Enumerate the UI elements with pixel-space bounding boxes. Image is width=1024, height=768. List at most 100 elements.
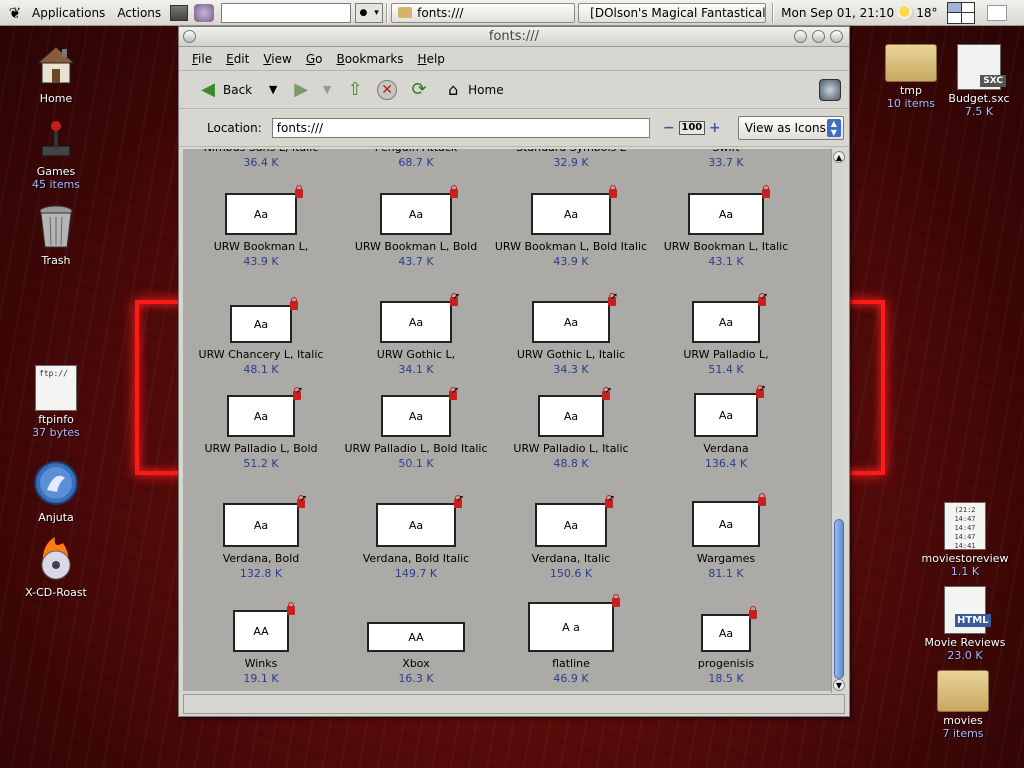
icon-view[interactable]: Nimbus Sans L, Italic36.4 KPenguin Attac… <box>183 149 833 691</box>
scroll-down-icon[interactable]: ▼ <box>833 679 845 691</box>
font-item[interactable]: Aa URW Chancery L, Italic 48.1 K <box>183 297 339 377</box>
menu-help[interactable]: Help <box>411 52 452 66</box>
font-item[interactable]: Penguin Attack68.7 K <box>338 149 494 170</box>
font-item[interactable]: Aa ➚ URW Palladio L, Italic 48.8 K <box>493 387 649 471</box>
font-name: Verdana, Italic <box>531 552 611 565</box>
desktop-icon-ftpinfo[interactable]: ftp:// ftpinfo 37 bytes <box>11 365 101 439</box>
stop-icon[interactable]: ✕ <box>376 79 398 101</box>
font-size: 43.7 K <box>398 255 434 268</box>
font-item[interactable]: Aa URW Bookman L, Italic 43.1 K <box>648 185 804 269</box>
zoom-control: − 100 + <box>662 120 722 136</box>
folder-icon <box>937 670 989 712</box>
font-preview: AA <box>233 602 295 652</box>
html-badge: HTML <box>955 614 991 627</box>
font-size: 43.1 K <box>708 255 744 268</box>
desktop-icon-xcdroast[interactable]: X-CD-Roast <box>11 535 101 599</box>
font-item[interactable]: Aa progenisis 18.5 K <box>648 606 804 686</box>
lock-emblem-icon <box>749 606 757 619</box>
font-item[interactable]: Aa ➚ URW Gothic L, 34.1 K <box>338 293 494 377</box>
font-item[interactable]: Aa ➚ URW Palladio L, Bold Italic 50.1 K <box>338 387 494 471</box>
font-item[interactable]: Nimbus Sans L, Italic36.4 K <box>183 149 339 170</box>
gnome-foot-icon[interactable]: ❦ <box>4 2 26 24</box>
font-item[interactable]: Aa URW Bookman L, Bold Italic 43.9 K <box>493 185 649 269</box>
flower-launcher-icon[interactable] <box>194 3 215 22</box>
font-sample: Aa <box>563 518 579 532</box>
tray-icon[interactable] <box>987 4 1008 21</box>
menu-go[interactable]: Go <box>299 52 330 66</box>
view-as-select[interactable]: View as Icons ▲ ▼ <box>737 115 844 140</box>
forward-history-dropdown-icon[interactable]: ▼ <box>316 79 338 101</box>
task-browser[interactable]: [DOlson's Magical Fantastical <box>578 2 767 23</box>
font-item[interactable]: A a flatline 46.9 K <box>493 594 649 686</box>
weather-applet[interactable]: 18° <box>898 5 937 20</box>
font-item[interactable]: Aa ➚ Verdana, Italic 150.6 K <box>493 495 649 581</box>
home-icon <box>36 46 76 84</box>
workspace-pager[interactable] <box>947 1 976 24</box>
zoom-out-icon[interactable]: − <box>662 120 676 136</box>
desktop-icon-movies[interactable]: movies 7 items <box>918 670 1008 740</box>
font-item[interactable]: Aa ➚ Verdana, Bold 132.8 K <box>183 495 339 581</box>
font-name: Wargames <box>696 552 756 565</box>
font-item[interactable]: AA Winks 19.1 K <box>183 602 339 686</box>
font-item[interactable]: Aa ➚ URW Palladio L, 51.4 K <box>648 293 804 377</box>
font-item[interactable]: Aa URW Bookman L, 43.9 K <box>183 185 339 269</box>
vertical-scrollbar[interactable]: ▲ ▼ <box>831 149 845 693</box>
toolbar: ◀ Back ▼ ▶ ▼ ⇧ ✕ ⟳ ⌂ Home <box>179 71 849 109</box>
scroll-up-icon[interactable]: ▲ <box>833 151 845 163</box>
font-item[interactable]: Aa ➚ Verdana 136.4 K <box>648 385 804 471</box>
command-line-input[interactable] <box>221 2 352 23</box>
font-size: 18.5 K <box>708 672 744 685</box>
reload-icon[interactable]: ⟳ <box>408 79 430 101</box>
desktop-icon-trash[interactable]: Trash <box>11 205 101 267</box>
zoom-level[interactable]: 100 <box>678 120 705 135</box>
desktop-icon-budget[interactable]: SXC Budget.sxc 7.5 K <box>934 44 1024 118</box>
font-item[interactable]: Aa ➚ URW Gothic L, Italic 34.3 K <box>493 293 649 377</box>
command-history-button[interactable]: ● ▾ <box>355 2 384 23</box>
applications-menu[interactable]: Applications <box>26 6 111 20</box>
menu-edit[interactable]: Edit <box>219 52 256 66</box>
font-item[interactable]: Aa ➚ URW Palladio L, Bold 51.2 K <box>183 387 339 471</box>
desktop-icon-home[interactable]: Home <box>11 45 101 105</box>
desktop-icon-anjuta[interactable]: Anjuta <box>11 460 101 524</box>
font-item[interactable]: Aa Wargames 81.1 K <box>648 493 804 581</box>
font-item[interactable]: Aa ➚ Verdana, Bold Italic 149.7 K <box>338 495 494 581</box>
actions-menu[interactable]: Actions <box>111 6 167 20</box>
joystick-icon <box>41 121 71 157</box>
menu-view[interactable]: View <box>256 52 298 66</box>
scrollbar-thumb[interactable] <box>834 519 844 679</box>
font-size: 46.9 K <box>553 672 589 685</box>
font-size: 81.1 K <box>708 567 744 580</box>
forward-arrow-icon[interactable]: ▶ <box>290 79 312 101</box>
maximize-button[interactable] <box>812 30 825 43</box>
close-button[interactable] <box>830 30 843 43</box>
back-button[interactable]: ◀ Back <box>197 79 252 101</box>
window-titlebar[interactable]: fonts:/// <box>179 27 849 47</box>
desktop-icon-moviestoreview[interactable]: (21:2 14:47 14:47 14:47 14:41 moviestore… <box>920 502 1010 578</box>
home-button[interactable]: ⌂ Home <box>442 79 504 101</box>
zoom-in-icon[interactable]: + <box>708 120 722 136</box>
font-item[interactable]: Aa URW Bookman L, Bold 43.7 K <box>338 185 494 269</box>
back-history-dropdown-icon[interactable]: ▼ <box>262 79 284 101</box>
desktop-icon-movie-reviews[interactable]: HTML Movie Reviews 23.0 K <box>920 586 1010 662</box>
font-size: 136.4 K <box>704 457 748 470</box>
file-manager-window: fonts:/// File Edit View Go Bookmarks He… <box>178 26 850 717</box>
clock[interactable]: Mon Sep 01, 21:10 <box>781 6 894 20</box>
menu-file[interactable]: File <box>185 52 219 66</box>
font-item[interactable]: AA Xbox 16.3 K <box>338 622 494 686</box>
up-arrow-icon[interactable]: ⇧ <box>344 79 366 101</box>
font-size: 68.7 K <box>398 156 434 169</box>
desktop-icon-games[interactable]: Games 45 items <box>11 120 101 191</box>
location-input[interactable]: fonts:/// <box>271 117 650 138</box>
minimize-button[interactable] <box>794 30 807 43</box>
symlink-arrow-icon: ➚ <box>760 292 768 302</box>
menu-bookmarks[interactable]: Bookmarks <box>329 52 410 66</box>
window-menu-button[interactable] <box>183 30 196 43</box>
font-item[interactable]: Swift33.7 K <box>648 149 804 170</box>
task-fonts[interactable]: fonts:/// <box>391 2 576 23</box>
font-sample: Aa <box>253 409 269 423</box>
back-arrow-icon: ◀ <box>201 79 215 100</box>
terminal-launcher-icon[interactable] <box>170 4 189 21</box>
font-item[interactable]: Standard Symbols L32.9 K <box>493 149 649 170</box>
lock-emblem-icon <box>758 493 766 506</box>
font-name: Verdana, Bold Italic <box>362 552 470 565</box>
